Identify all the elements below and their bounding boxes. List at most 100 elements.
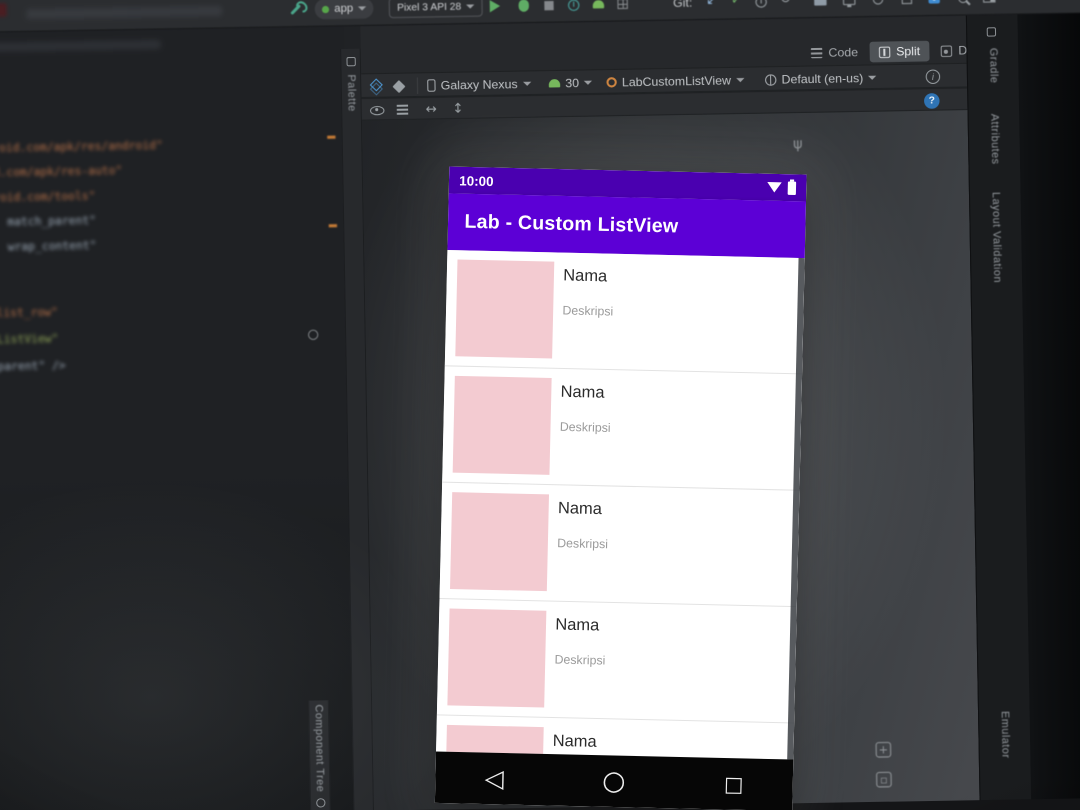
gradle-icon bbox=[986, 27, 997, 37]
design-surface[interactable]: ψ 10:00 Lab - Custom ListView Nama Deskr… bbox=[361, 110, 980, 810]
item-subtitle: Deskripsi bbox=[562, 303, 614, 319]
profiler-button[interactable] bbox=[564, 0, 583, 14]
git-update-icon[interactable]: ↙ bbox=[706, 0, 718, 9]
device-label: Pixel 3 API 28 bbox=[396, 1, 462, 14]
item-image bbox=[452, 375, 552, 475]
item-image bbox=[447, 608, 547, 708]
app-title: Lab - Custom ListView bbox=[464, 210, 679, 238]
item-title: Nama bbox=[557, 499, 603, 519]
chevron-down-icon bbox=[584, 80, 593, 89]
layers-button[interactable] bbox=[369, 78, 383, 95]
layout-inspector-button[interactable] bbox=[613, 0, 632, 13]
recents-icon: □ bbox=[723, 771, 744, 797]
wifi-icon bbox=[767, 182, 782, 193]
locale-label: Default (en-us) bbox=[781, 70, 864, 87]
nav-bar: ◁ ○ □ bbox=[434, 751, 794, 810]
listview[interactable]: Nama Deskripsi Nama Deskripsi Nama Deskr… bbox=[436, 249, 805, 760]
run-config-select[interactable]: app bbox=[314, 0, 374, 20]
design-icon bbox=[940, 44, 953, 57]
item-title: Nama bbox=[560, 383, 605, 402]
help-button[interactable]: ? bbox=[923, 92, 940, 109]
code-line: droid.com/tools" bbox=[0, 189, 96, 205]
bug-icon bbox=[518, 0, 530, 12]
resize-icon[interactable]: ↕ bbox=[452, 100, 464, 117]
chevron-down-icon bbox=[736, 77, 745, 87]
list-item[interactable]: Nama Deskripsi bbox=[444, 249, 805, 375]
device-manager-button[interactable] bbox=[588, 0, 607, 14]
stop-button[interactable] bbox=[539, 0, 558, 15]
info-icon: i bbox=[925, 69, 941, 85]
divider bbox=[416, 77, 419, 94]
list-item[interactable]: Nama Deskripsi bbox=[442, 366, 803, 491]
git-label: Git: bbox=[672, 0, 693, 11]
feedback-icon[interactable] bbox=[924, 0, 943, 8]
wrench-icon[interactable] bbox=[286, 0, 305, 19]
theme-icon bbox=[606, 77, 617, 88]
blurred-tab-text bbox=[26, 5, 223, 20]
chevron-down-icon bbox=[358, 6, 367, 15]
orientation-icon[interactable]: ↔ bbox=[425, 101, 438, 118]
eraser-icon bbox=[392, 79, 406, 93]
device-icon bbox=[427, 79, 436, 92]
preview-device-label: Galaxy Nexus bbox=[440, 76, 518, 93]
code-editor[interactable]: droid.com/apk/res/android" id.com/apk/re… bbox=[0, 26, 358, 810]
gradle-label[interactable]: Gradle bbox=[987, 48, 1000, 84]
code-line: droid.com/apk/res/android" bbox=[0, 138, 163, 156]
home-icon: ○ bbox=[601, 765, 626, 797]
component-tree-strip[interactable]: Component Tree bbox=[308, 700, 331, 810]
running-devices-icon[interactable] bbox=[840, 0, 859, 9]
item-subtitle: Deskripsi bbox=[554, 652, 606, 668]
code-line: id.com/apk/res-auto" bbox=[0, 164, 123, 180]
tab-code[interactable]: Code bbox=[802, 42, 868, 64]
item-image bbox=[455, 259, 555, 359]
tab-code-label: Code bbox=[828, 45, 859, 61]
toolwindow-toggle-icon[interactable] bbox=[980, 0, 999, 7]
status-time: 10:00 bbox=[459, 172, 494, 189]
project-folder-icon[interactable] bbox=[811, 0, 830, 10]
screenshot-scene: app Pixel 3 API 28 Git: ↙ ✓ ↺ bbox=[0, 0, 1080, 810]
zoom-in-icon[interactable]: + bbox=[875, 741, 892, 758]
app-bar: Lab - Custom ListView bbox=[447, 193, 807, 259]
code-icon bbox=[810, 47, 823, 59]
list-item[interactable]: Nama Deskripsi bbox=[439, 482, 800, 608]
attributes-label[interactable]: Attributes bbox=[988, 114, 1001, 165]
locale-select[interactable]: Default (en-us) bbox=[764, 69, 877, 87]
run-button[interactable] bbox=[485, 0, 504, 16]
design-pane: Code Split Design Galaxy Nexus 30 bbox=[360, 15, 997, 810]
emulator-label[interactable]: Emulator bbox=[999, 711, 1012, 759]
preview-device-select[interactable]: Galaxy Nexus bbox=[427, 76, 532, 94]
list-item[interactable]: Nama Deskripsi bbox=[436, 599, 797, 724]
api-level-select[interactable]: 30 bbox=[548, 74, 593, 91]
android-icon bbox=[548, 79, 561, 88]
run-config-label: app bbox=[334, 2, 354, 16]
eye-icon bbox=[369, 105, 385, 115]
tab-split-label: Split bbox=[895, 43, 921, 59]
help-icon: ? bbox=[923, 92, 940, 109]
local-history-icon[interactable] bbox=[751, 0, 770, 11]
debug-button[interactable] bbox=[514, 0, 533, 15]
list-icon bbox=[396, 104, 409, 115]
sdk-manager-icon[interactable] bbox=[897, 0, 916, 8]
clear-overlays-button[interactable] bbox=[392, 78, 406, 95]
info-button[interactable]: i bbox=[925, 68, 941, 85]
device-select[interactable]: Pixel 3 API 28 bbox=[388, 0, 484, 19]
split-icon bbox=[878, 46, 891, 58]
stop-icon bbox=[543, 0, 554, 10]
tab-split[interactable]: Split bbox=[869, 40, 930, 63]
battery-icon bbox=[787, 180, 797, 195]
view-options-button[interactable] bbox=[369, 102, 385, 119]
theme-select[interactable]: LabCustomListView bbox=[606, 72, 745, 91]
code-line: list_row" bbox=[0, 305, 59, 320]
git-rollback-icon[interactable]: ↺ bbox=[780, 0, 792, 7]
theme-label: LabCustomListView bbox=[621, 73, 732, 90]
search-icon[interactable] bbox=[953, 0, 972, 7]
variants-button[interactable] bbox=[396, 101, 409, 118]
zoom-fit-icon[interactable]: ▫ bbox=[876, 771, 892, 788]
git-commit-icon[interactable]: ✓ bbox=[731, 0, 743, 8]
phone-preview[interactable]: 10:00 Lab - Custom ListView Nama Deskrip… bbox=[434, 166, 807, 810]
api-level-label: 30 bbox=[565, 75, 580, 91]
android-studio-window: app Pixel 3 API 28 Git: ↙ ✓ ↺ bbox=[0, 0, 1080, 810]
assistant-bot-icon[interactable] bbox=[869, 0, 888, 9]
gauge-icon bbox=[567, 0, 579, 11]
layout-validation-label[interactable]: Layout Validation bbox=[990, 192, 1004, 283]
